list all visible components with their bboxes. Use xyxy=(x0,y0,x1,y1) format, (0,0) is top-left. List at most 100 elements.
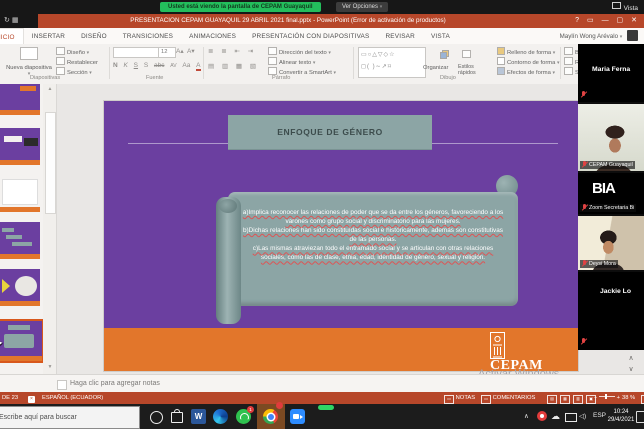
tray-chevron-icon[interactable]: ∧ xyxy=(524,412,529,429)
tab-animaciones[interactable]: ANIMACIONES xyxy=(181,28,244,44)
body-item-a: a)Implica reconocer las relaciones de po… xyxy=(240,208,506,226)
bold-button[interactable]: N xyxy=(113,62,118,69)
ribbon: Nueva diapositiva ▾ Diseño ▾ Restablecer… xyxy=(0,44,644,85)
slide-canvas[interactable]: ENFOQUE DE GÉNERO a)Implica reconocer la… xyxy=(104,101,578,371)
tab-revisar[interactable]: REVISAR xyxy=(377,28,422,44)
cortana-icon[interactable] xyxy=(150,411,163,424)
edge-icon[interactable] xyxy=(213,409,228,424)
slide-counter: DE 23 xyxy=(2,392,18,404)
slide-thumbnail[interactable] xyxy=(0,175,40,212)
reset-button[interactable]: Restablecer xyxy=(56,57,98,66)
participant-tile[interactable]: BIA Zoom Secretaria Bi xyxy=(578,173,644,214)
slideshow-icon[interactable]: ▦ xyxy=(12,17,21,24)
participant-tile-video[interactable]: Deysi Mora xyxy=(578,216,644,270)
shadow-button[interactable]: S xyxy=(144,62,148,69)
slide-body-text[interactable]: a)Implica reconocer las relaciones de po… xyxy=(240,208,506,263)
slide-title-box[interactable]: ENFOQUE DE GÉNERO xyxy=(228,115,432,150)
tab-insertar[interactable]: INSERTAR xyxy=(24,28,73,44)
section-button[interactable]: Sección ▾ xyxy=(56,67,92,76)
layout-button[interactable]: Diseño ▾ xyxy=(56,47,89,56)
store-icon[interactable] xyxy=(171,412,183,423)
search-icon xyxy=(564,47,573,55)
slide-thumbnail[interactable] xyxy=(0,84,40,115)
font-size-combo[interactable]: 12 xyxy=(158,47,176,58)
notes-resize-handle[interactable] xyxy=(57,380,67,390)
recording-icon[interactable] xyxy=(537,411,547,421)
word-icon[interactable]: W xyxy=(191,409,206,424)
change-case-button[interactable]: Aa xyxy=(182,62,190,69)
restore-button[interactable]: ▢ xyxy=(614,14,627,28)
help-button[interactable]: ? xyxy=(572,14,582,28)
zoom-control[interactable]: − + xyxy=(594,392,620,404)
zoom-app-icon[interactable] xyxy=(290,409,305,424)
italic-button[interactable]: K xyxy=(124,62,128,69)
chrome-icon[interactable] xyxy=(263,409,278,424)
notes-toggle[interactable]: ▭ NOTAS xyxy=(441,392,475,404)
undo-icon[interactable]: ↻ xyxy=(4,17,12,24)
vista-button[interactable]: Vista xyxy=(612,2,638,12)
network-icon[interactable] xyxy=(565,413,577,422)
screen-share-indicator xyxy=(318,405,334,410)
ribbon-options-button[interactable]: ▭ xyxy=(584,14,597,28)
slide-thumbnail[interactable] xyxy=(0,269,40,306)
slide-thumbnail[interactable] xyxy=(0,222,40,259)
avatar xyxy=(627,30,638,41)
account-area[interactable]: Maylín Wong Arévalo ▾ xyxy=(560,30,638,43)
align-text-button[interactable]: Alinear texto ▾ xyxy=(268,57,315,66)
tab-inicio[interactable]: INICIO xyxy=(0,28,24,45)
list-buttons[interactable]: ≣ ≣ ⇤ ⇥ xyxy=(208,47,256,55)
shrink-font-icon[interactable]: A▾ xyxy=(187,47,195,55)
notes-placeholder[interactable]: Haga clic para agregar notas xyxy=(70,375,160,393)
keyboard-language[interactable]: ESP xyxy=(593,412,606,429)
align-buttons[interactable]: ▤ ▥ ▦ ▧ xyxy=(208,62,259,70)
search-input[interactable]: Escribe aquí para buscar xyxy=(0,406,140,429)
zoom-slider[interactable] xyxy=(599,396,615,397)
participant-tile-video[interactable]: CEPAM Guayaquil xyxy=(578,104,644,171)
slide-thumbnail[interactable] xyxy=(0,128,40,165)
tab-diseno[interactable]: DISEÑO xyxy=(73,28,115,44)
volume-icon[interactable]: ◁) xyxy=(579,412,586,429)
close-button[interactable]: ✕ xyxy=(628,14,640,28)
shape-effects-button[interactable]: Efectos de forma ▾ xyxy=(497,67,555,76)
onedrive-cloud-icon[interactable]: ☁ xyxy=(551,411,560,429)
arrange-button[interactable] xyxy=(426,50,460,59)
previous-slide-button[interactable]: ∧ xyxy=(624,354,638,364)
scroll-up-icon[interactable]: ▲ xyxy=(45,85,55,94)
fit-to-window-icon[interactable]: ⊡ xyxy=(638,392,644,404)
zoom-slider-thumb[interactable] xyxy=(605,394,607,399)
char-spacing-button[interactable]: AV xyxy=(170,63,176,69)
reset-icon xyxy=(56,57,65,65)
scroll-down-icon[interactable]: ▼ xyxy=(45,363,55,372)
quick-styles-label[interactable]: Estilos rápidos xyxy=(458,64,492,73)
comments-toggle[interactable]: ▭ COMENTARIOS xyxy=(478,392,535,404)
layout-icon xyxy=(56,47,65,55)
font-color-button[interactable]: A xyxy=(196,62,200,71)
tab-transiciones[interactable]: TRANSICIONES xyxy=(115,28,181,44)
zoom-level[interactable]: 38 % xyxy=(622,392,635,404)
quick-styles-button[interactable] xyxy=(462,50,473,59)
strikethrough-button[interactable]: abc xyxy=(154,62,164,69)
arrange-label[interactable]: Organizar xyxy=(423,64,448,73)
spellcheck-icon[interactable]: × xyxy=(28,392,35,404)
participant-tile[interactable]: Jackie Lo xyxy=(578,272,644,350)
font-name-combo[interactable] xyxy=(113,47,159,58)
shape-fill-icon xyxy=(497,47,505,55)
tab-presentacion[interactable]: PRESENTACIÓN CON DIAPOSITIVAS xyxy=(244,28,377,44)
text-direction-button[interactable]: Dirección del texto ▾ xyxy=(268,47,331,56)
quick-access-toolbar: ↻▦ xyxy=(0,14,42,28)
action-center-icon[interactable] xyxy=(636,411,644,423)
participant-tile[interactable]: Maria Ferna xyxy=(578,44,644,102)
view-options-button[interactable]: Ver Opciones ▾ xyxy=(336,2,388,12)
scrollbar-thumb[interactable] xyxy=(45,112,56,214)
shape-outline-button[interactable]: Contorno de forma ▾ xyxy=(497,57,559,66)
minimize-button[interactable]: — xyxy=(599,14,612,28)
underline-button[interactable]: S xyxy=(134,62,138,69)
language-status[interactable]: ESPAÑOL (ECUADOR) xyxy=(42,392,103,404)
slide-thumbnail-selected[interactable]: ▲ xyxy=(0,319,44,363)
grow-font-icon[interactable]: A▴ xyxy=(176,47,184,55)
view-buttons[interactable]: ▤▦▥▣ xyxy=(544,392,596,404)
shapes-gallery[interactable]: ▭○△▽◇☆◻( )∼↗⌑ xyxy=(358,47,426,78)
tab-vista[interactable]: VISTA xyxy=(423,28,458,44)
clock[interactable]: 10:24 29/4/2021 xyxy=(606,408,636,424)
shape-fill-button[interactable]: Relleno de forma ▾ xyxy=(497,47,555,56)
